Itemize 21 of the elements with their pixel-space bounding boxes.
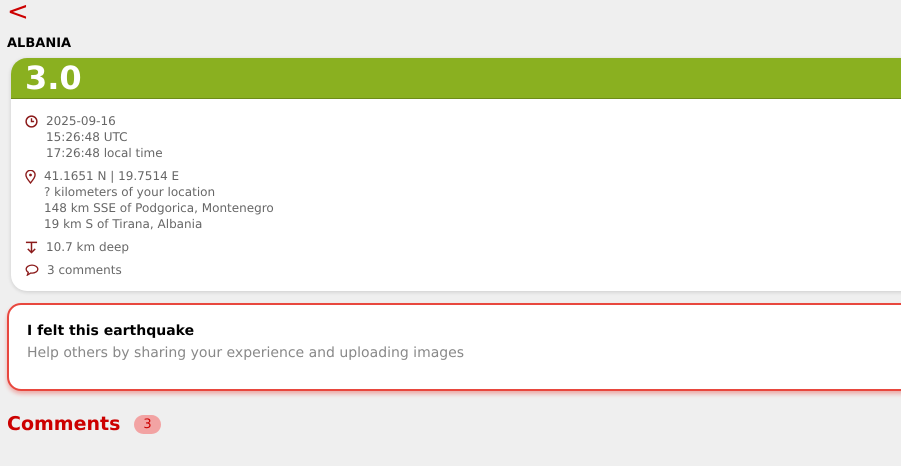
speech-bubble-icon — [25, 264, 39, 276]
comments-heading: Comments — [7, 413, 120, 435]
felt-title: I felt this earthquake — [27, 323, 196, 339]
detail-text: 2025-09-16 — [46, 113, 117, 129]
back-link[interactable]: < — [7, 0, 29, 24]
detail-text: 10.7 km deep — [46, 239, 129, 255]
depth-arrow-icon — [25, 241, 38, 254]
region-title: ALBANIA — [7, 36, 72, 51]
detail-text: 41.1651 N | 19.7514 E — [44, 168, 180, 184]
detail-text: ? kilometers of your location — [44, 184, 216, 200]
magnitude-value: 3.0 — [25, 59, 82, 97]
detail-text: 19 km S of Tirana, Albania — [44, 216, 204, 232]
map-pin-icon — [25, 170, 36, 184]
felt-report-card[interactable]: I felt this earthquake Help others by sharing your experience and uploading images — [7, 303, 901, 391]
detail-text: 148 km SSE of Podgorica, Montenegro — [44, 200, 274, 216]
comment-count-badge: 3 — [134, 414, 161, 434]
detail-text: 17:26:48 local time — [46, 145, 163, 161]
clock-icon — [25, 115, 38, 128]
detail-text: 15:26:48 UTC — [46, 129, 128, 145]
detail-text: 3 comments — [47, 262, 122, 278]
felt-description: Help others by sharing your experience and uploading images — [27, 345, 466, 361]
